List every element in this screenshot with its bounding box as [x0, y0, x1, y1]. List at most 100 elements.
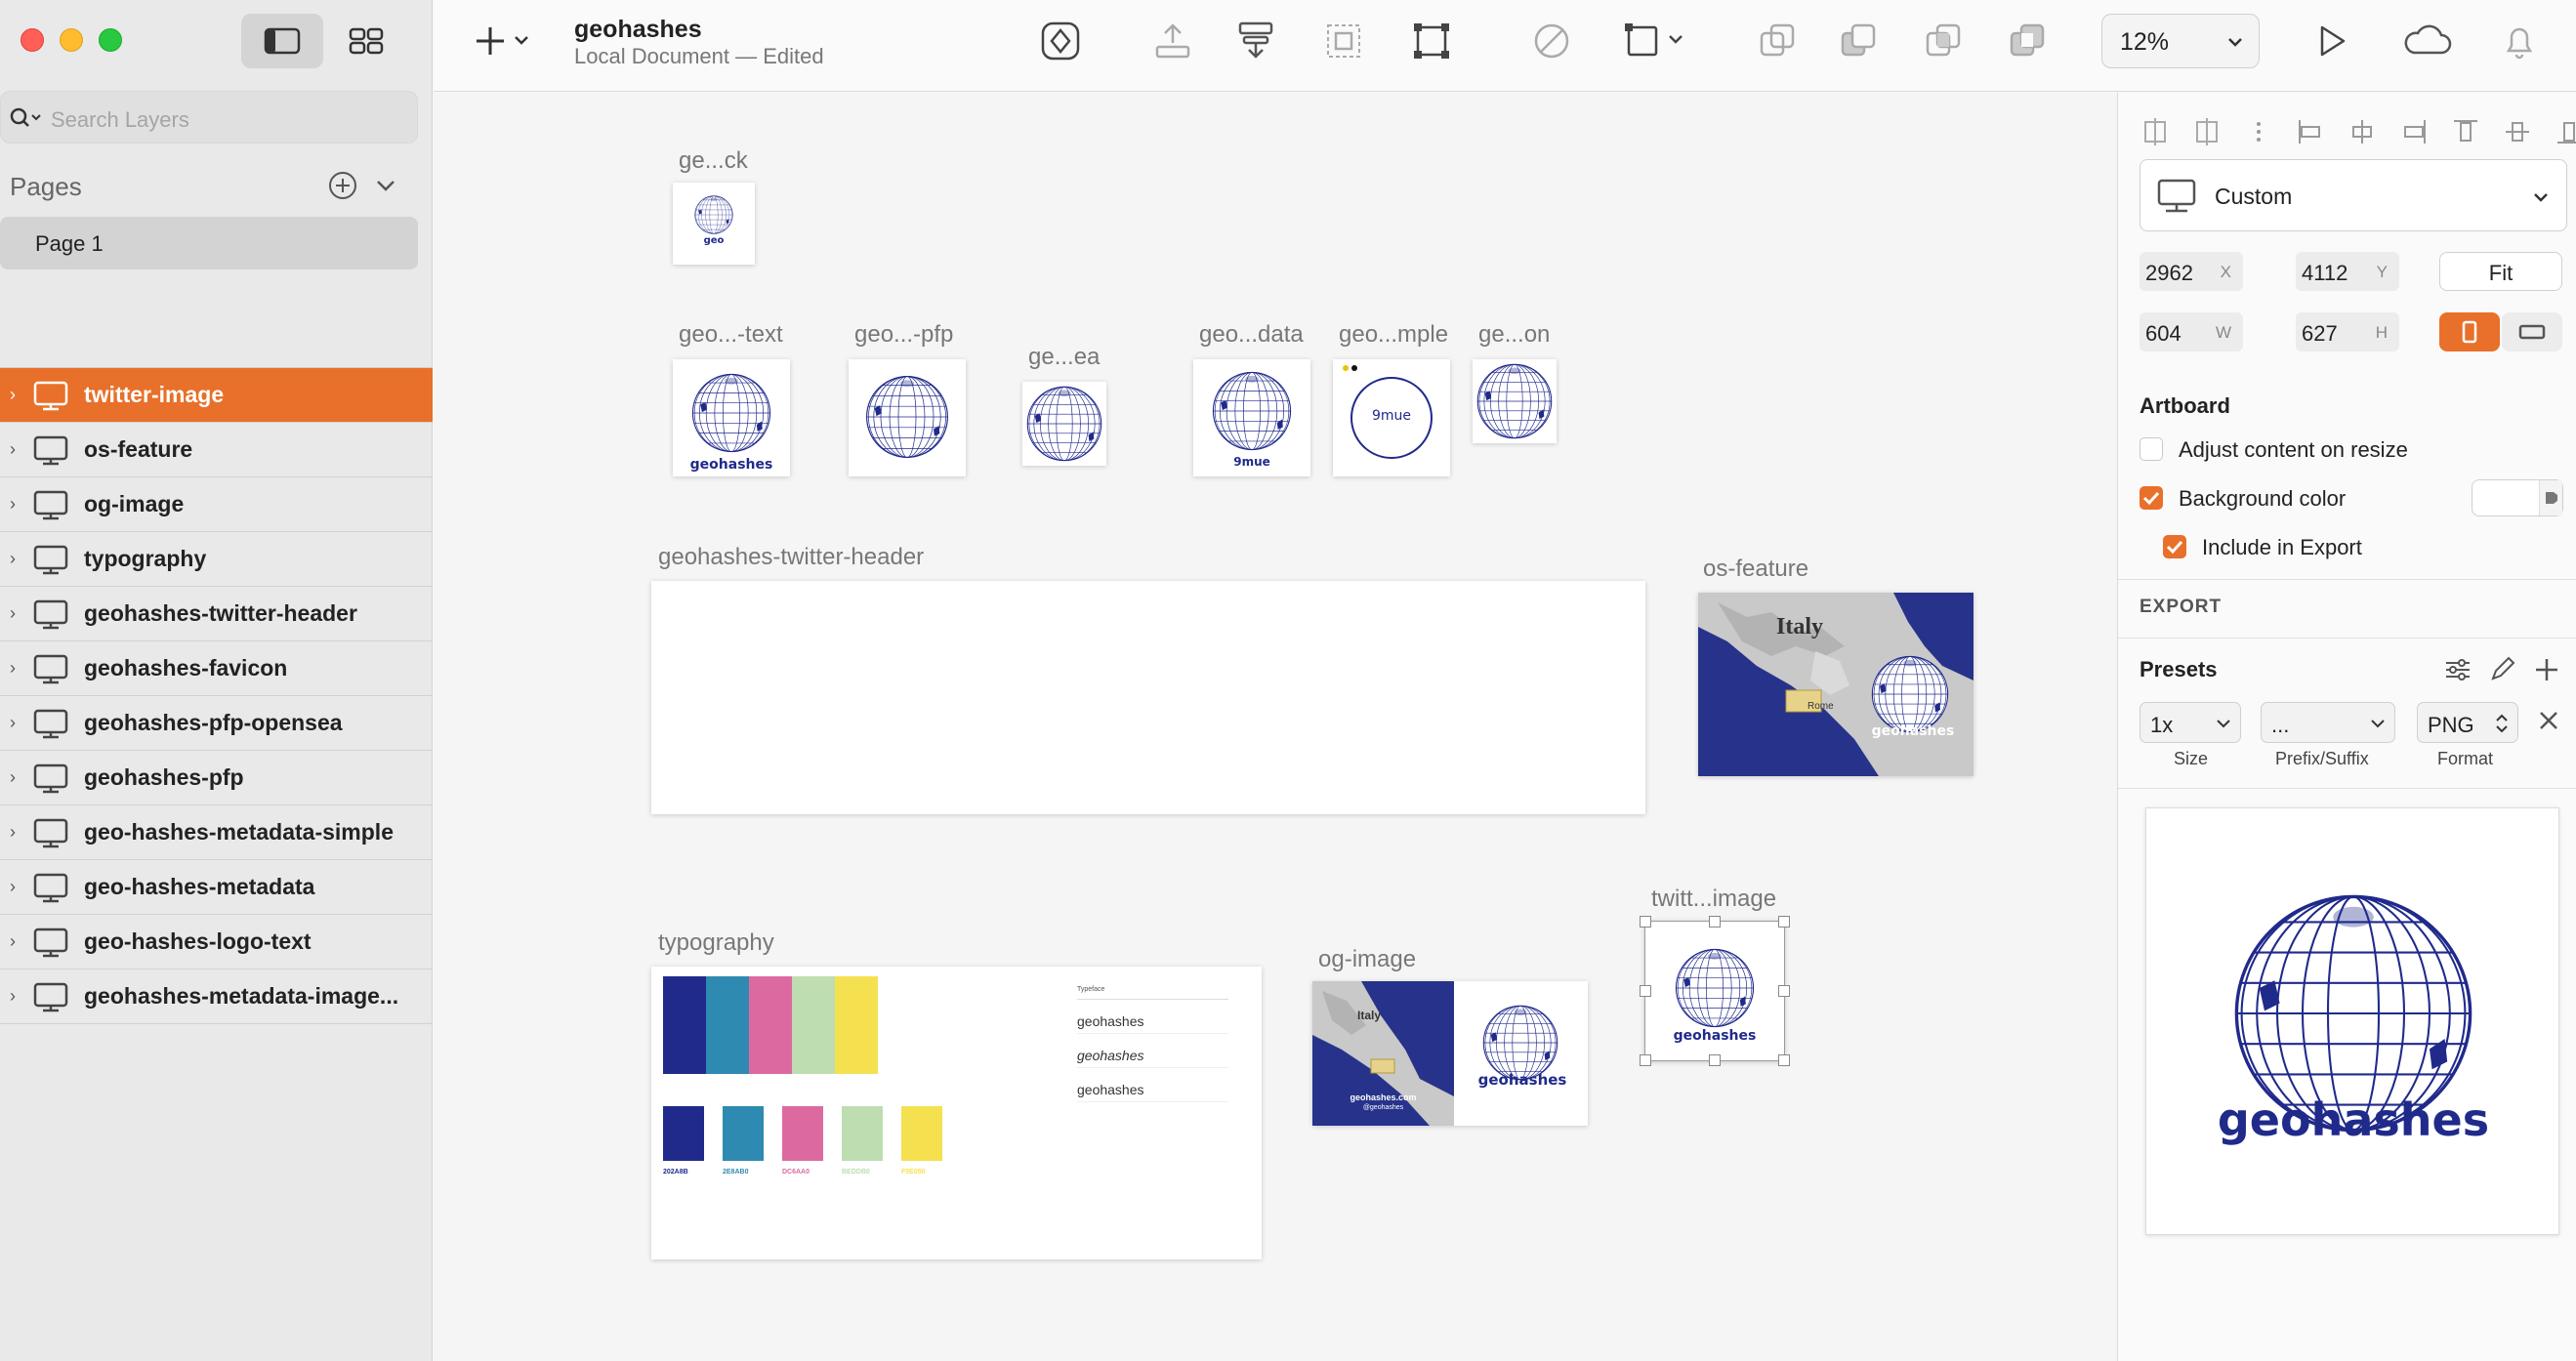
artboard-label-typography[interactable]: typography	[658, 929, 774, 957]
resize-handle[interactable]	[1640, 1054, 1651, 1066]
adjust-content-checkbox[interactable]	[2140, 437, 2163, 461]
artboard-label-og-image[interactable]: og-image	[1318, 946, 1416, 973]
landscape-orientation-button[interactable]	[2502, 312, 2562, 351]
artboard-og-image[interactable]: Italy geohashes.com @geohashes geohashes	[1312, 981, 1588, 1126]
x-position-field[interactable]: 2962 X	[2140, 252, 2243, 291]
align-middle-icon[interactable]	[2502, 116, 2533, 147]
width-field[interactable]: 604 W	[2140, 312, 2243, 351]
page-item-page-1[interactable]: Page 1	[0, 217, 418, 269]
artboard-os-feature[interactable]: Italy Rome geohashes	[1698, 593, 1974, 776]
background-color-checkbox[interactable]	[2140, 486, 2163, 510]
collapse-pages-chevron-icon[interactable]	[371, 170, 400, 201]
zoom-window-button[interactable]	[99, 28, 122, 52]
selection-box[interactable]	[1640, 916, 1790, 1066]
resize-handle[interactable]	[1709, 916, 1721, 928]
subtract-icon[interactable]	[1837, 20, 1880, 62]
disclosure-chevron-icon[interactable]: ›	[0, 767, 25, 788]
align-left-icon[interactable]	[2295, 116, 2326, 147]
disclosure-chevron-icon[interactable]: ›	[0, 603, 25, 624]
scale-icon[interactable]	[1623, 20, 1691, 62]
layer-row[interactable]: › geohashes-favicon	[0, 641, 433, 696]
edit-preset-pencil-icon[interactable]	[2487, 655, 2518, 684]
preview-play-icon[interactable]	[2310, 20, 2353, 62]
artboard-label-os-feature[interactable]: os-feature	[1703, 556, 1808, 583]
resize-handle[interactable]	[1640, 985, 1651, 997]
layer-row[interactable]: › os-feature	[0, 423, 433, 477]
artboard-metadata[interactable]: 9mue	[1193, 359, 1310, 476]
disclosure-chevron-icon[interactable]: ›	[0, 385, 25, 405]
align-right-icon[interactable]	[2398, 116, 2430, 147]
artboard-label-twitter-image[interactable]: twitt...image	[1651, 886, 1776, 913]
disclosure-chevron-icon[interactable]: ›	[0, 713, 25, 733]
intersect-icon[interactable]	[1922, 20, 1965, 62]
insert-icon[interactable]	[477, 21, 535, 61]
disclosure-chevron-icon[interactable]: ›	[0, 549, 25, 569]
artboard-label-logo-text[interactable]: geo...-text	[679, 321, 783, 349]
artboard-pfp[interactable]	[849, 359, 966, 476]
resize-handle[interactable]	[1778, 1054, 1790, 1066]
remove-export-close-icon[interactable]	[2536, 708, 2561, 733]
export-prefix-select[interactable]: ...	[2261, 702, 2395, 743]
height-field[interactable]: 627 H	[2296, 312, 2399, 351]
distribute-vertical-icon[interactable]	[2191, 116, 2223, 147]
artboard-logo-text[interactable]: geohashes	[673, 359, 790, 476]
include-in-export-checkbox[interactable]	[2163, 535, 2186, 558]
disclosure-chevron-icon[interactable]: ›	[0, 439, 25, 460]
layer-row[interactable]: › geo-hashes-metadata-simple	[0, 805, 433, 860]
artboard-twitter-header[interactable]	[651, 581, 1645, 814]
artboard-preset-select[interactable]: Custom	[2140, 159, 2567, 231]
resize-handle[interactable]	[1709, 1054, 1721, 1066]
canvas[interactable]: ge...ck geo geo...-text geohashes geo...…	[434, 93, 2117, 1361]
artboard-metadata-simple[interactable]: 9mue	[1333, 359, 1450, 476]
distribute-horizontal-icon[interactable]	[2140, 116, 2171, 147]
artboard-label-pfp-opensea[interactable]: ge...ea	[1028, 344, 1100, 371]
export-size-select[interactable]: 1x	[2140, 702, 2241, 743]
layer-row[interactable]: › geohashes-pfp	[0, 751, 433, 805]
resize-handle[interactable]	[1778, 916, 1790, 928]
close-window-button[interactable]	[21, 28, 44, 52]
layer-row[interactable]: › geohashes-metadata-image...	[0, 969, 433, 1024]
align-center-icon[interactable]	[2347, 116, 2378, 147]
export-format-select[interactable]: PNG	[2417, 702, 2518, 743]
forward-icon[interactable]	[1151, 20, 1194, 62]
add-export-icon[interactable]	[2532, 655, 2561, 684]
portrait-orientation-button[interactable]	[2439, 312, 2500, 351]
align-bottom-icon[interactable]	[2554, 116, 2576, 147]
minimize-window-button[interactable]	[60, 28, 83, 52]
layer-row[interactable]: › geohashes-twitter-header	[0, 587, 433, 641]
components-view-toggle[interactable]	[325, 14, 407, 68]
difference-icon[interactable]	[2006, 20, 2049, 62]
cloud-icon[interactable]	[2398, 20, 2457, 62]
background-color-well[interactable]	[2472, 479, 2563, 516]
notifications-bell-icon[interactable]	[2498, 20, 2541, 62]
mask-icon[interactable]	[1530, 20, 1573, 62]
disclosure-chevron-icon[interactable]: ›	[0, 931, 25, 952]
disclosure-chevron-icon[interactable]: ›	[0, 494, 25, 515]
artboard-favicon[interactable]: geo	[673, 183, 755, 265]
disclosure-chevron-icon[interactable]: ›	[0, 658, 25, 679]
artboard-label-metadata[interactable]: geo...data	[1199, 321, 1304, 349]
layer-row[interactable]: › geo-hashes-logo-text	[0, 915, 433, 969]
layer-row[interactable]: › twitter-image	[0, 368, 433, 423]
layer-row[interactable]: › typography	[0, 532, 433, 587]
resize-handle[interactable]	[1778, 985, 1790, 997]
export-settings-icon[interactable]	[2442, 655, 2473, 684]
layer-row[interactable]: › geohashes-pfp-opensea	[0, 696, 433, 751]
artboard-pfp-opensea[interactable]	[1022, 382, 1106, 466]
artboard-metadata-image[interactable]	[1473, 359, 1557, 443]
layer-row[interactable]: › geo-hashes-metadata	[0, 860, 433, 915]
artboard-label-twitter-header[interactable]: geohashes-twitter-header	[658, 544, 924, 571]
y-position-field[interactable]: 4112 Y	[2296, 252, 2399, 291]
create-artboard-icon[interactable]	[1410, 20, 1453, 62]
disclosure-chevron-icon[interactable]: ›	[0, 822, 25, 843]
artboard-label-metadata-simple[interactable]: geo...mple	[1339, 321, 1448, 349]
artboard-typography[interactable]: 202A8B 2E8AB0 DC6AA0 BEDDB0 F5E050 Typeface …	[651, 967, 1262, 1259]
union-icon[interactable]	[1756, 20, 1799, 62]
group-icon[interactable]	[1322, 20, 1365, 62]
artboard-label-metadata-image[interactable]: ge...on	[1478, 321, 1550, 349]
layer-row[interactable]: › og-image	[0, 477, 433, 532]
align-top-icon[interactable]	[2450, 116, 2481, 147]
disclosure-chevron-icon[interactable]: ›	[0, 986, 25, 1007]
search-layers-input[interactable]: Search Layers	[0, 91, 418, 144]
artboard-label-favicon[interactable]: ge...ck	[679, 147, 748, 175]
